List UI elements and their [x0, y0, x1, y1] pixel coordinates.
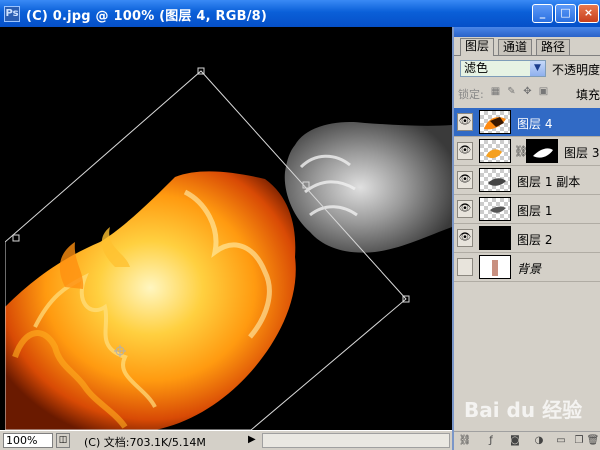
photoshop-app-icon[interactable]: Ps: [4, 6, 20, 22]
layers-panel: 图层 通道 路径 滤色 ▼ 不透明度 锁定: ▦ ✎ ✥ ▣ 填充 👁 图层 4…: [452, 27, 600, 450]
layer-name: 图层 2: [517, 233, 553, 247]
lock-label: 锁定:: [458, 88, 484, 101]
eye-hidden-icon[interactable]: [457, 258, 473, 276]
eye-icon[interactable]: 👁: [457, 113, 473, 131]
panel-bottom-toolbar: ⛓ ƒ ◙ ◑ ▭ ❐ 🗑: [454, 431, 600, 450]
play-arrow-icon[interactable]: ▶: [248, 434, 256, 445]
eye-icon[interactable]: 👁: [457, 200, 473, 218]
panel-caption-bar[interactable]: [454, 27, 600, 37]
blend-mode-row: 滤色 ▼ 不透明度: [454, 56, 600, 82]
blend-mode-select[interactable]: 滤色 ▼: [460, 60, 546, 77]
fire-fist-image: [5, 171, 296, 430]
lock-position-icon[interactable]: ✥: [522, 86, 533, 97]
gray-fist-image: [284, 121, 452, 253]
layer-thumbnail: [479, 110, 511, 134]
layer-row[interactable]: 👁 图层 2: [454, 224, 600, 253]
lock-row: 锁定: ▦ ✎ ✥ ▣ 填充: [454, 82, 600, 104]
layer-row[interactable]: 👁 图层 1: [454, 195, 600, 224]
lock-image-icon[interactable]: ✎: [506, 86, 517, 97]
layer-thumbnail: [479, 168, 511, 192]
document-info: (C) 文档:703.1K/5.14M: [84, 436, 206, 449]
maximize-button[interactable]: □: [555, 4, 576, 23]
lock-all-icon[interactable]: ▣: [538, 86, 549, 97]
layer-thumbnail: [479, 255, 511, 279]
new-layer-icon[interactable]: ❐: [572, 435, 586, 447]
minimize-button[interactable]: _: [532, 4, 553, 23]
layers-list: 👁 图层 4 👁 ⛓ 图层 3 👁 图层 1 副本 👁 图层 1 👁 图层 2 …: [454, 108, 600, 282]
layer-row[interactable]: 👁 图层 4: [454, 108, 600, 137]
eye-icon[interactable]: 👁: [457, 229, 473, 247]
window-title: (C) 0.jpg @ 100% (图层 4, RGB/8): [26, 9, 268, 24]
horizontal-scrollbar[interactable]: [262, 433, 450, 448]
layer-style-icon[interactable]: ƒ: [484, 435, 498, 447]
layer-name: 图层 1 副本: [517, 175, 581, 189]
new-group-icon[interactable]: ▭: [554, 435, 568, 447]
chevron-down-icon[interactable]: ▼: [530, 61, 545, 76]
eye-icon[interactable]: 👁: [457, 171, 473, 189]
add-mask-icon[interactable]: ◙: [508, 435, 522, 447]
layer-row[interactable]: 背景: [454, 253, 600, 282]
panel-tabs: 图层 通道 路径: [454, 37, 600, 56]
zoom-field[interactable]: 100%: [3, 433, 53, 448]
lock-transparency-icon[interactable]: ▦: [490, 86, 501, 97]
status-bar: 100% ◫ (C) 文档:703.1K/5.14M ▶: [0, 430, 452, 450]
layer-name: 图层 3: [564, 146, 600, 160]
blend-mode-value: 滤色: [464, 61, 489, 75]
layer-name: 图层 1: [517, 204, 553, 218]
tab-layers[interactable]: 图层: [460, 38, 495, 56]
status-menu-icon[interactable]: ◫: [56, 433, 70, 448]
layer-name: 图层 4: [517, 117, 553, 131]
tab-channels[interactable]: 通道: [498, 39, 533, 55]
layer-row[interactable]: 👁 ⛓ 图层 3: [454, 137, 600, 166]
layer-thumbnail: [479, 139, 511, 163]
link-layers-icon[interactable]: ⛓: [458, 435, 472, 447]
transform-handle-left[interactable]: [12, 234, 20, 242]
layer-mask-thumbnail[interactable]: [526, 139, 558, 163]
eye-icon[interactable]: 👁: [457, 142, 473, 160]
fill-label: 填充: [576, 88, 600, 102]
baidu-watermark: Bai du 经验: [464, 398, 583, 422]
layer-thumbnail: [479, 197, 511, 221]
window-titlebar: Ps (C) 0.jpg @ 100% (图层 4, RGB/8) _ □ ×: [0, 0, 600, 27]
layer-name: 背景: [517, 262, 542, 276]
tab-paths[interactable]: 路径: [536, 39, 571, 55]
layer-thumbnail: [479, 226, 511, 250]
adjustment-layer-icon[interactable]: ◑: [532, 435, 546, 447]
opacity-label: 不透明度: [552, 63, 600, 77]
delete-layer-icon[interactable]: 🗑: [586, 435, 600, 447]
close-button[interactable]: ×: [578, 4, 599, 23]
layer-row[interactable]: 👁 图层 1 副本: [454, 166, 600, 195]
